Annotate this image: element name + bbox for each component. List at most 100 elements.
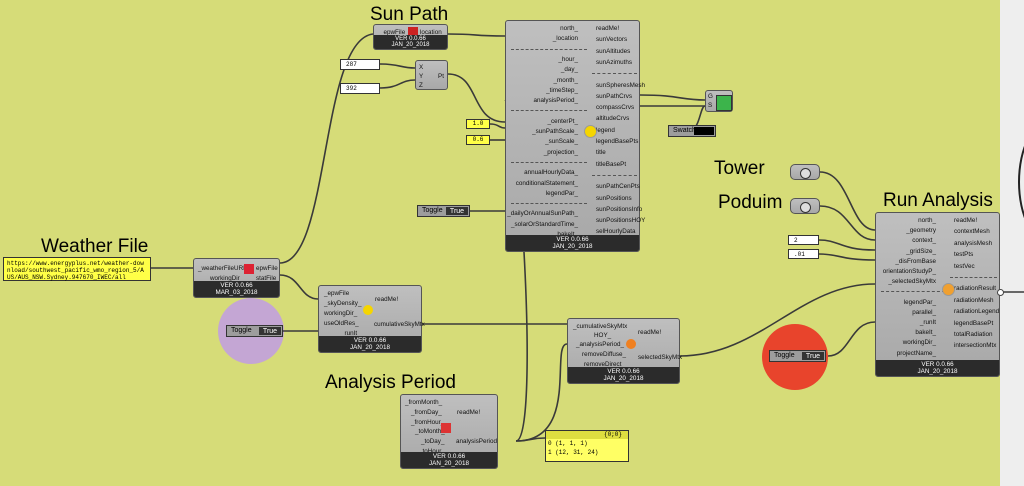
input-x[interactable]: X bbox=[419, 64, 423, 71]
output-readme[interactable]: readMe! bbox=[375, 296, 398, 303]
dist-from-base-panel[interactable]: .01 bbox=[788, 249, 819, 259]
input-from-month[interactable]: _fromMonth_ bbox=[405, 399, 442, 406]
output-testvec[interactable]: testVec bbox=[954, 263, 975, 270]
input-gridsize[interactable]: _gridSize_ bbox=[906, 248, 936, 255]
input-north[interactable]: north_ bbox=[918, 217, 936, 224]
input-runit[interactable]: _runIt bbox=[920, 319, 936, 326]
output-sunvectors[interactable]: sunVectors bbox=[596, 36, 627, 43]
output-readme[interactable]: readMe! bbox=[457, 409, 480, 416]
input-sunpathscale[interactable]: _sunPathScale_ bbox=[532, 128, 578, 135]
input-analysis-period[interactable]: _analysisPeriod_ bbox=[576, 341, 624, 348]
input-legendpar[interactable]: legendPar_ bbox=[904, 299, 936, 306]
input-conditionalstatement[interactable]: conditionalStatement_ bbox=[516, 180, 578, 187]
output-altitudecrvs[interactable]: altitudeCrvs bbox=[596, 115, 629, 122]
output-sunazimuths[interactable]: sunAzimuths bbox=[596, 59, 632, 66]
input-month[interactable]: _month_ bbox=[553, 77, 578, 84]
input-timestep[interactable]: _timeStep_ bbox=[546, 87, 578, 94]
output-compasscrvs[interactable]: compassCrvs bbox=[596, 104, 634, 111]
input-to-day[interactable]: _toDay_ bbox=[421, 438, 444, 445]
input-from-day[interactable]: _fromDay_ bbox=[411, 409, 442, 416]
podium-geometry-param[interactable] bbox=[790, 198, 820, 214]
output-totalradiation[interactable]: totalRadiation bbox=[954, 331, 993, 338]
input-bakeit[interactable]: bakeIt_ bbox=[915, 329, 936, 336]
download-weather-component[interactable]: _weatherFileURL workingDir_ epwFile stat… bbox=[193, 258, 280, 298]
output-contextmesh[interactable]: contextMesh bbox=[954, 228, 990, 235]
output-sunaltitudes[interactable]: sunAltitudes bbox=[596, 48, 630, 55]
sky-matrix-component[interactable]: _epwFile _skyDensity_ workingDir_ useOld… bbox=[318, 285, 425, 353]
input-centerpt[interactable]: _centerPt_ bbox=[548, 118, 578, 125]
output-testpts[interactable]: testPts bbox=[954, 251, 973, 258]
input-g[interactable]: G bbox=[708, 93, 713, 100]
sunpath-scale-panel[interactable]: 1.0 bbox=[466, 119, 490, 129]
input-z[interactable]: Z bbox=[419, 82, 423, 89]
input-legendpar[interactable]: legendPar_ bbox=[546, 190, 578, 197]
input-day[interactable]: _day_ bbox=[561, 66, 578, 73]
output-sunpositionshoy[interactable]: sunPositionsHOY bbox=[596, 217, 645, 224]
output-title[interactable]: title bbox=[596, 149, 606, 156]
input-remove-diffuse[interactable]: removeDiffuse_ bbox=[582, 351, 626, 358]
output-readme[interactable]: readMe! bbox=[596, 25, 619, 32]
output-radiationresult[interactable]: radiationResult bbox=[954, 285, 996, 292]
sun-scale-panel[interactable]: 0.6 bbox=[466, 135, 490, 145]
skymtx-toggle[interactable]: Toggle True bbox=[226, 325, 283, 337]
output-sunpathcrvs[interactable]: sunPathCrvs bbox=[596, 93, 632, 100]
input-analysisperiod[interactable]: analysisPeriod_ bbox=[534, 97, 578, 104]
input-working-dir[interactable]: workingDir_ bbox=[324, 310, 357, 317]
input-workingdir[interactable]: workingDir_ bbox=[903, 339, 936, 346]
output-analysis-period[interactable]: analysisPeriod bbox=[456, 438, 497, 445]
grid-size-panel[interactable]: 2 bbox=[788, 235, 819, 245]
analysis-period-component[interactable]: _fromMonth_ _fromDay_ _fromHour_ _toMont… bbox=[400, 394, 498, 469]
grasshopper-canvas[interactable]: Sun Path Weather File Analysis Period To… bbox=[0, 0, 1024, 486]
input-y[interactable]: Y bbox=[419, 73, 423, 80]
input-selectedskymtx[interactable]: _selectedSkyMtx bbox=[888, 278, 936, 285]
construct-point-component[interactable]: X Y Z Pt bbox=[415, 60, 448, 90]
period-output-panel[interactable]: {0;0} 0 (1, 1, 1) 1 (12, 31, 24) bbox=[545, 430, 629, 462]
output-sunspheresmesh[interactable]: sunSpheresMesh bbox=[596, 82, 645, 89]
run-toggle[interactable]: Toggle True bbox=[769, 350, 826, 362]
output-selected-sky-mtx[interactable]: selectedSkyMtx bbox=[638, 354, 682, 361]
custom-preview-component[interactable]: G S bbox=[705, 90, 733, 112]
output-sunpathcenpts[interactable]: sunPathCenPts bbox=[596, 183, 640, 190]
input-annualhourlydata[interactable]: annualHourlyData_ bbox=[524, 169, 578, 176]
sunpath-toggle[interactable]: Toggle True bbox=[417, 205, 470, 217]
output-sunpositions[interactable]: sunPositions bbox=[596, 195, 632, 202]
output-sunpositionsinfo[interactable]: sunPositionsInfo bbox=[596, 206, 642, 213]
output-readme[interactable]: readMe! bbox=[638, 329, 661, 336]
input-hoy[interactable]: HOY_ bbox=[594, 332, 611, 339]
number-slider-392[interactable]: 392 bbox=[340, 83, 380, 94]
output-intersectionmtx[interactable]: intersectionMtx bbox=[954, 342, 996, 349]
output-readme[interactable]: readMe! bbox=[954, 217, 977, 224]
output-radiationlegend[interactable]: radiationLegend bbox=[954, 308, 999, 315]
number-slider-287[interactable]: 287 bbox=[340, 59, 380, 70]
input-sky-density[interactable]: _skyDensity_ bbox=[324, 300, 361, 307]
output-analysismesh[interactable]: analysisMesh bbox=[954, 240, 992, 247]
input-geometry[interactable]: _geometry bbox=[906, 227, 936, 234]
output-legendbasept[interactable]: legendBasePt bbox=[954, 320, 993, 327]
input-disfrombase[interactable]: _disFromBase bbox=[895, 258, 936, 265]
input-epw-file[interactable]: _epwFile bbox=[324, 290, 349, 297]
output-legend[interactable]: legend bbox=[596, 127, 615, 134]
output-epw-file[interactable]: epwFile bbox=[256, 265, 278, 272]
swatch[interactable]: Swatch bbox=[668, 125, 716, 137]
input-context[interactable]: context_ bbox=[912, 237, 936, 244]
input-dailyorannualsunpath[interactable]: _dailyOrAnnualSunPath_ bbox=[507, 210, 578, 217]
select-sky-mtx-component[interactable]: _cumulativeSkyMtx HOY_ _analysisPeriod_ … bbox=[567, 318, 682, 384]
input-parallel[interactable]: parallel_ bbox=[912, 309, 936, 316]
output-titlebasept[interactable]: titleBasePt bbox=[596, 161, 626, 168]
input-solarorstandardtime[interactable]: _solarOrStandardTime_ bbox=[511, 221, 578, 228]
output-cumulative-sky-mtx[interactable]: cumulativeSkyMtx bbox=[374, 321, 425, 328]
input-s[interactable]: S bbox=[708, 102, 712, 109]
import-epw-component[interactable]: _epwFile location VER 0.0.66 JAN_20_2018 bbox=[373, 24, 448, 50]
output-pt[interactable]: Pt bbox=[438, 73, 444, 80]
input-from-hour[interactable]: _fromHour_ bbox=[411, 419, 444, 426]
output-radiationmesh[interactable]: radiationMesh bbox=[954, 297, 994, 304]
input-hour[interactable]: _hour_ bbox=[558, 56, 578, 63]
input-use-old-res[interactable]: useOldRes_ bbox=[324, 320, 359, 327]
input-location[interactable]: _location bbox=[553, 35, 578, 42]
input-sunscale[interactable]: _sunScale_ bbox=[545, 138, 578, 145]
output-legendbasepts[interactable]: legendBasePts bbox=[596, 138, 638, 145]
radiation-analysis-component[interactable]: north_ _geometry context_ _gridSize_ _disFro… bbox=[875, 212, 1000, 377]
input-orientationstudyp[interactable]: orientationStudyP_ bbox=[883, 268, 936, 275]
input-north[interactable]: north_ bbox=[560, 25, 578, 32]
weather-url-panel[interactable]: https://www.energyplus.net/weather-downl… bbox=[3, 257, 151, 281]
